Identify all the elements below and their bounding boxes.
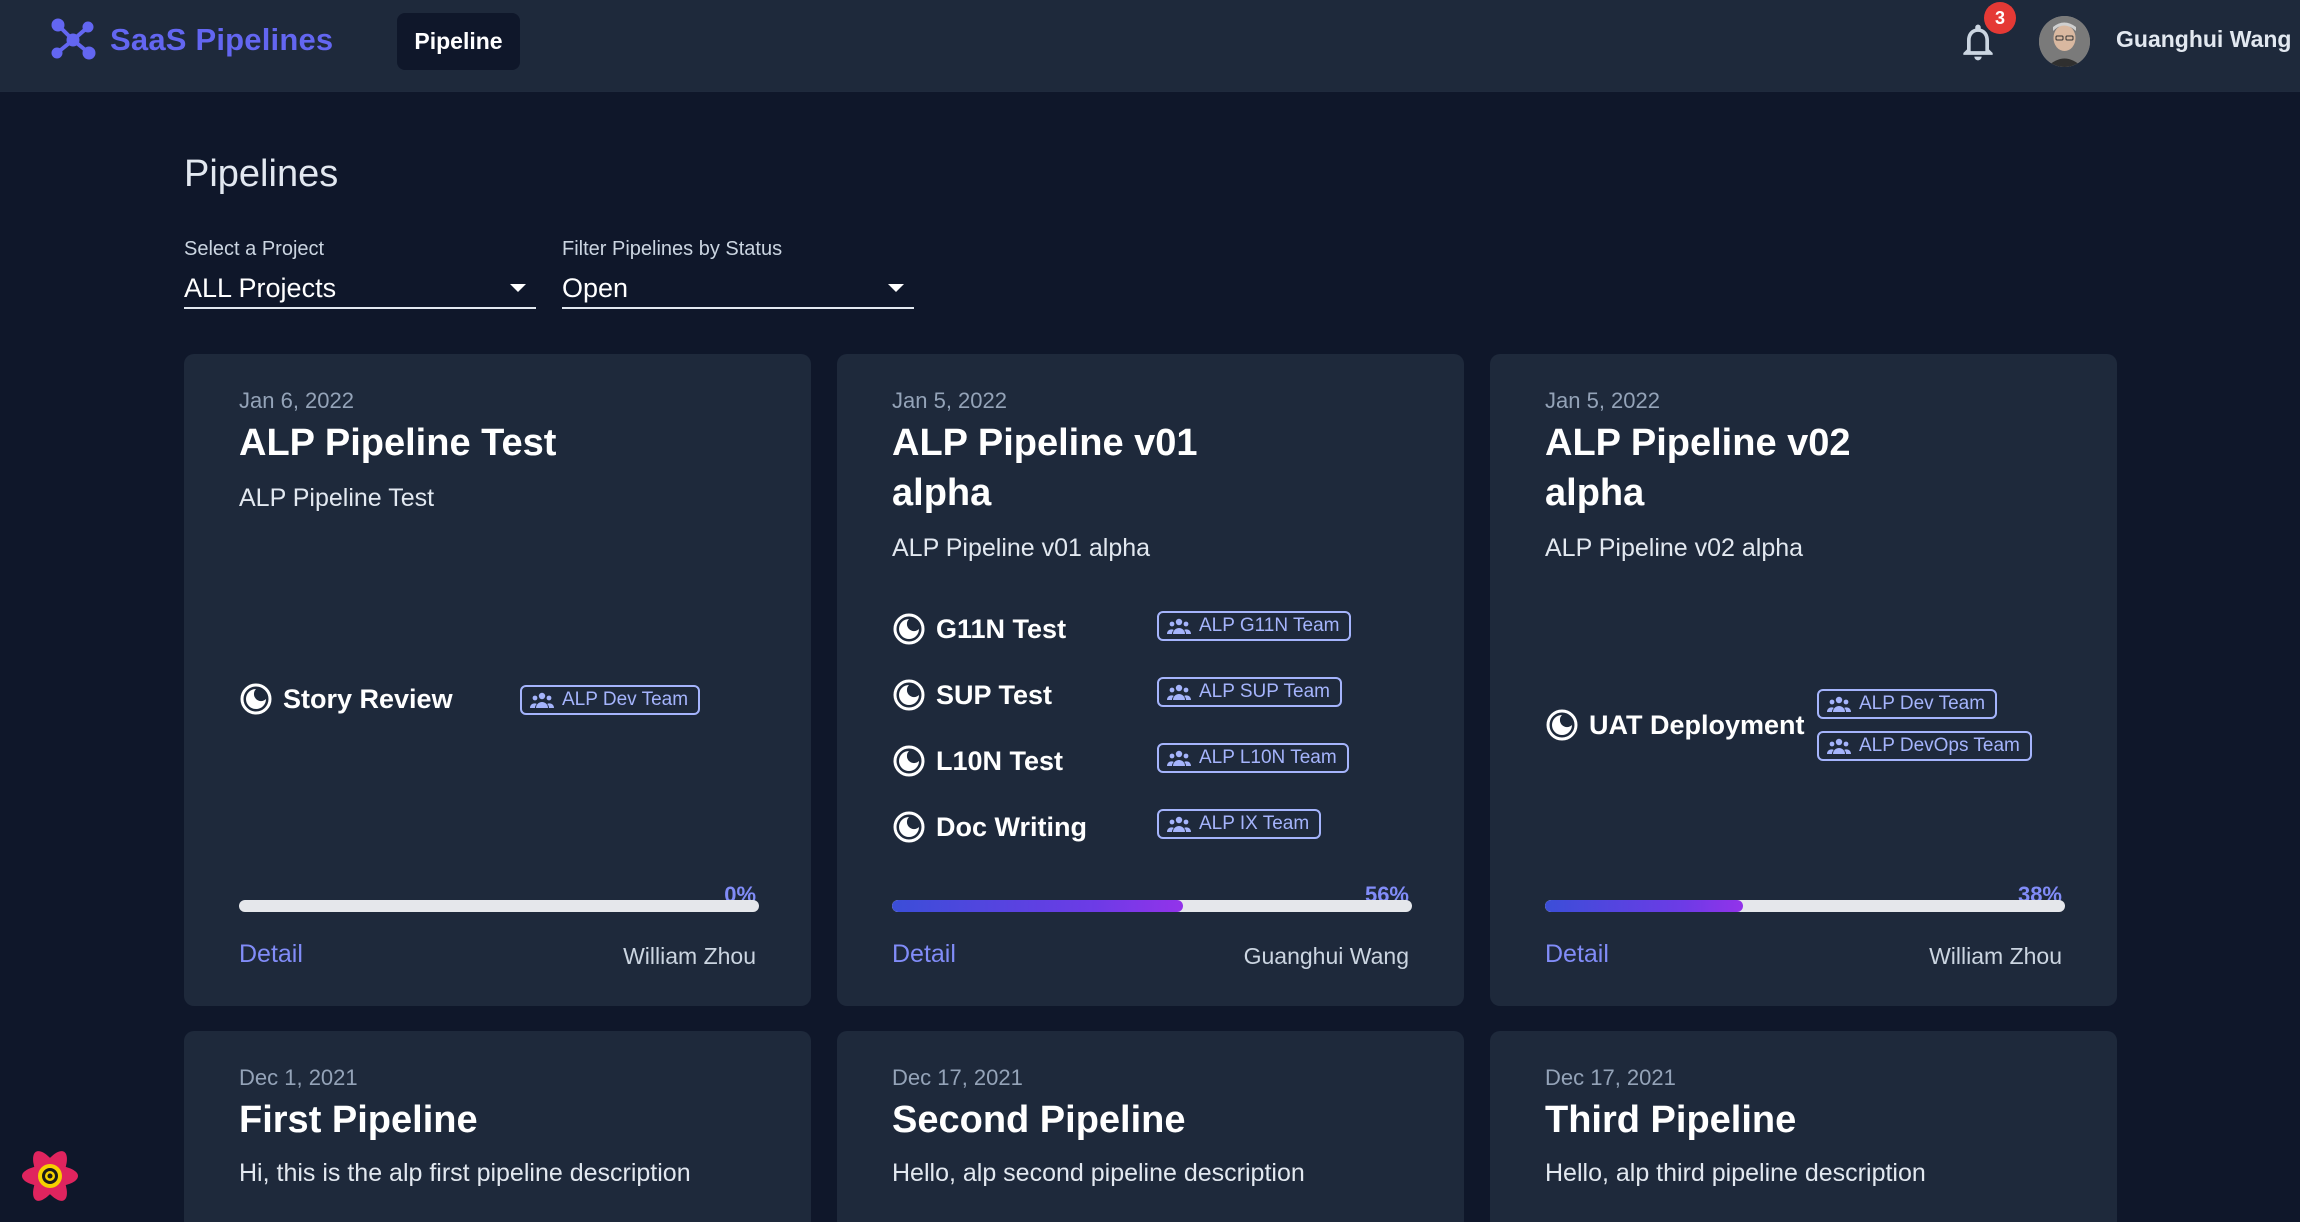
page-title: Pipelines bbox=[184, 153, 339, 195]
card-title: Second Pipeline bbox=[892, 1099, 1186, 1141]
status-select-label: Filter Pipelines by Status bbox=[562, 238, 783, 260]
avatar[interactable] bbox=[2039, 16, 2090, 67]
team-name: ALP Dev Team bbox=[562, 689, 689, 710]
stage-item[interactable]: SUP Test bbox=[892, 678, 1052, 712]
card-description: ALP Pipeline Test bbox=[239, 484, 435, 512]
project-select[interactable]: Select a Project ALL Projects bbox=[184, 238, 536, 309]
card-description: Hello, alp third pipeline description bbox=[1545, 1159, 1926, 1187]
half-moon-icon bbox=[893, 679, 925, 711]
progress-bar-fill bbox=[892, 900, 1184, 912]
half-moon-icon bbox=[1546, 709, 1578, 741]
team-name: ALP L10N Team bbox=[1199, 747, 1337, 768]
detail-link[interactable]: Detail bbox=[239, 940, 303, 969]
card-owner: William Zhou bbox=[623, 943, 756, 969]
team-name: ALP IX Team bbox=[1199, 813, 1310, 834]
card-date: Dec 17, 2021 bbox=[892, 1065, 1023, 1090]
people-icon bbox=[1827, 696, 1851, 712]
progress-bar bbox=[1545, 900, 2065, 912]
user-name[interactable]: Guanghui Wang bbox=[2116, 26, 2291, 53]
card-date: Dec 1, 2021 bbox=[239, 1065, 358, 1090]
project-select-field[interactable]: ALL Projects bbox=[184, 269, 536, 309]
people-icon bbox=[1167, 816, 1191, 832]
status-select[interactable]: Filter Pipelines by Status Open bbox=[562, 238, 914, 309]
detail-link[interactable]: Detail bbox=[1545, 940, 1609, 969]
status-select-value: Open bbox=[562, 272, 629, 303]
stage-item[interactable]: Doc Writing bbox=[892, 810, 1087, 844]
chevron-down-icon bbox=[888, 284, 904, 292]
team-name: ALP DevOps Team bbox=[1859, 735, 2020, 756]
brand[interactable]: SaaS Pipelines bbox=[48, 16, 333, 64]
team-tag[interactable]: ALP SUP Team bbox=[1157, 677, 1342, 707]
top-navbar: SaaS Pipelines Pipeline 3 Guanghui Wang bbox=[0, 0, 2300, 92]
stage-name: Doc Writing bbox=[936, 811, 1087, 842]
progress-bar bbox=[239, 900, 759, 912]
status-select-field[interactable]: Open bbox=[562, 269, 914, 309]
card-owner: William Zhou bbox=[1929, 943, 2062, 969]
nav-pipeline[interactable]: Pipeline bbox=[397, 13, 520, 70]
team-name: ALP G11N Team bbox=[1199, 615, 1340, 636]
stage-name: SUP Test bbox=[936, 679, 1053, 710]
card-owner: Guanghui Wang bbox=[1243, 943, 1409, 969]
pipeline-card: Jan 6, 2022 ALP Pipeline Test ALP Pipeli… bbox=[184, 354, 811, 1006]
pipeline-card: Jan 5, 2022 ALP Pipeline v02 alpha ALP P… bbox=[1490, 354, 2117, 1006]
half-moon-icon bbox=[893, 811, 925, 843]
notification-count-badge: 3 bbox=[1984, 2, 2016, 34]
card-description: Hi, this is the alp first pipeline descr… bbox=[239, 1159, 691, 1187]
stage-name: G11N Test bbox=[936, 613, 1067, 644]
stage-name: L10N Test bbox=[936, 745, 1064, 776]
pipeline-card: Dec 17, 2021 Second Pipeline Hello, alp … bbox=[837, 1031, 1464, 1222]
stage-item[interactable]: G11N Test bbox=[892, 612, 1066, 646]
pipeline-card: Dec 1, 2021 First Pipeline Hi, this is t… bbox=[184, 1031, 811, 1222]
stage-item[interactable]: L10N Test bbox=[892, 744, 1063, 778]
team-tag[interactable]: ALP IX Team bbox=[1157, 809, 1322, 839]
half-moon-icon bbox=[240, 683, 272, 715]
people-icon bbox=[1827, 738, 1851, 754]
team-tag[interactable]: ALP L10N Team bbox=[1157, 743, 1349, 773]
chevron-down-icon bbox=[510, 284, 526, 292]
card-date: Jan 5, 2022 bbox=[892, 388, 1007, 413]
card-date: Jan 6, 2022 bbox=[239, 388, 354, 413]
project-select-value: ALL Projects bbox=[184, 272, 337, 303]
team-tag[interactable]: ALP Dev Team bbox=[1817, 689, 1998, 719]
card-title: ALP Pipeline Test bbox=[239, 422, 557, 464]
pipeline-card: Jan 5, 2022 ALP Pipeline v01 alpha ALP P… bbox=[837, 354, 1464, 1006]
project-select-label: Select a Project bbox=[184, 238, 325, 260]
team-name: ALP SUP Team bbox=[1199, 681, 1330, 702]
network-logo-icon bbox=[51, 18, 96, 60]
people-icon bbox=[1167, 618, 1191, 634]
card-date: Dec 17, 2021 bbox=[1545, 1065, 1676, 1090]
card-title: ALP Pipeline v02 alpha bbox=[1545, 422, 1851, 514]
detail-link[interactable]: Detail bbox=[892, 940, 956, 969]
progress-bar bbox=[892, 900, 1412, 912]
stage-item[interactable]: UAT Deployment bbox=[1545, 708, 1805, 742]
stage-name: UAT Deployment bbox=[1589, 709, 1805, 740]
react-devtools-icon[interactable] bbox=[18, 1144, 82, 1208]
card-description: ALP Pipeline v01 alpha bbox=[892, 534, 1151, 562]
app-name: SaaS Pipelines bbox=[110, 22, 334, 57]
team-tag[interactable]: ALP Dev Team bbox=[520, 685, 701, 715]
card-title: ALP Pipeline v01 alpha bbox=[892, 422, 1198, 514]
half-moon-icon bbox=[893, 745, 925, 777]
pipeline-card: Dec 17, 2021 Third Pipeline Hello, alp t… bbox=[1490, 1031, 2117, 1222]
team-name: ALP Dev Team bbox=[1859, 693, 1986, 714]
stage-item[interactable]: Story Review bbox=[239, 682, 453, 716]
team-tag[interactable]: ALP G11N Team bbox=[1157, 611, 1352, 641]
people-icon bbox=[1167, 750, 1191, 766]
avatar-photo bbox=[2039, 16, 2090, 67]
card-title: Third Pipeline bbox=[1545, 1099, 1797, 1141]
progress-bar-fill bbox=[1545, 900, 1743, 912]
card-title: First Pipeline bbox=[239, 1099, 478, 1141]
card-description: Hello, alp second pipeline description bbox=[892, 1159, 1305, 1187]
team-tag[interactable]: ALP DevOps Team bbox=[1817, 731, 2032, 761]
card-description: ALP Pipeline v02 alpha bbox=[1545, 534, 1804, 562]
half-moon-icon bbox=[893, 613, 925, 645]
people-icon bbox=[530, 692, 554, 708]
people-icon bbox=[1167, 684, 1191, 700]
stage-name: Story Review bbox=[283, 683, 453, 714]
card-date: Jan 5, 2022 bbox=[1545, 388, 1660, 413]
